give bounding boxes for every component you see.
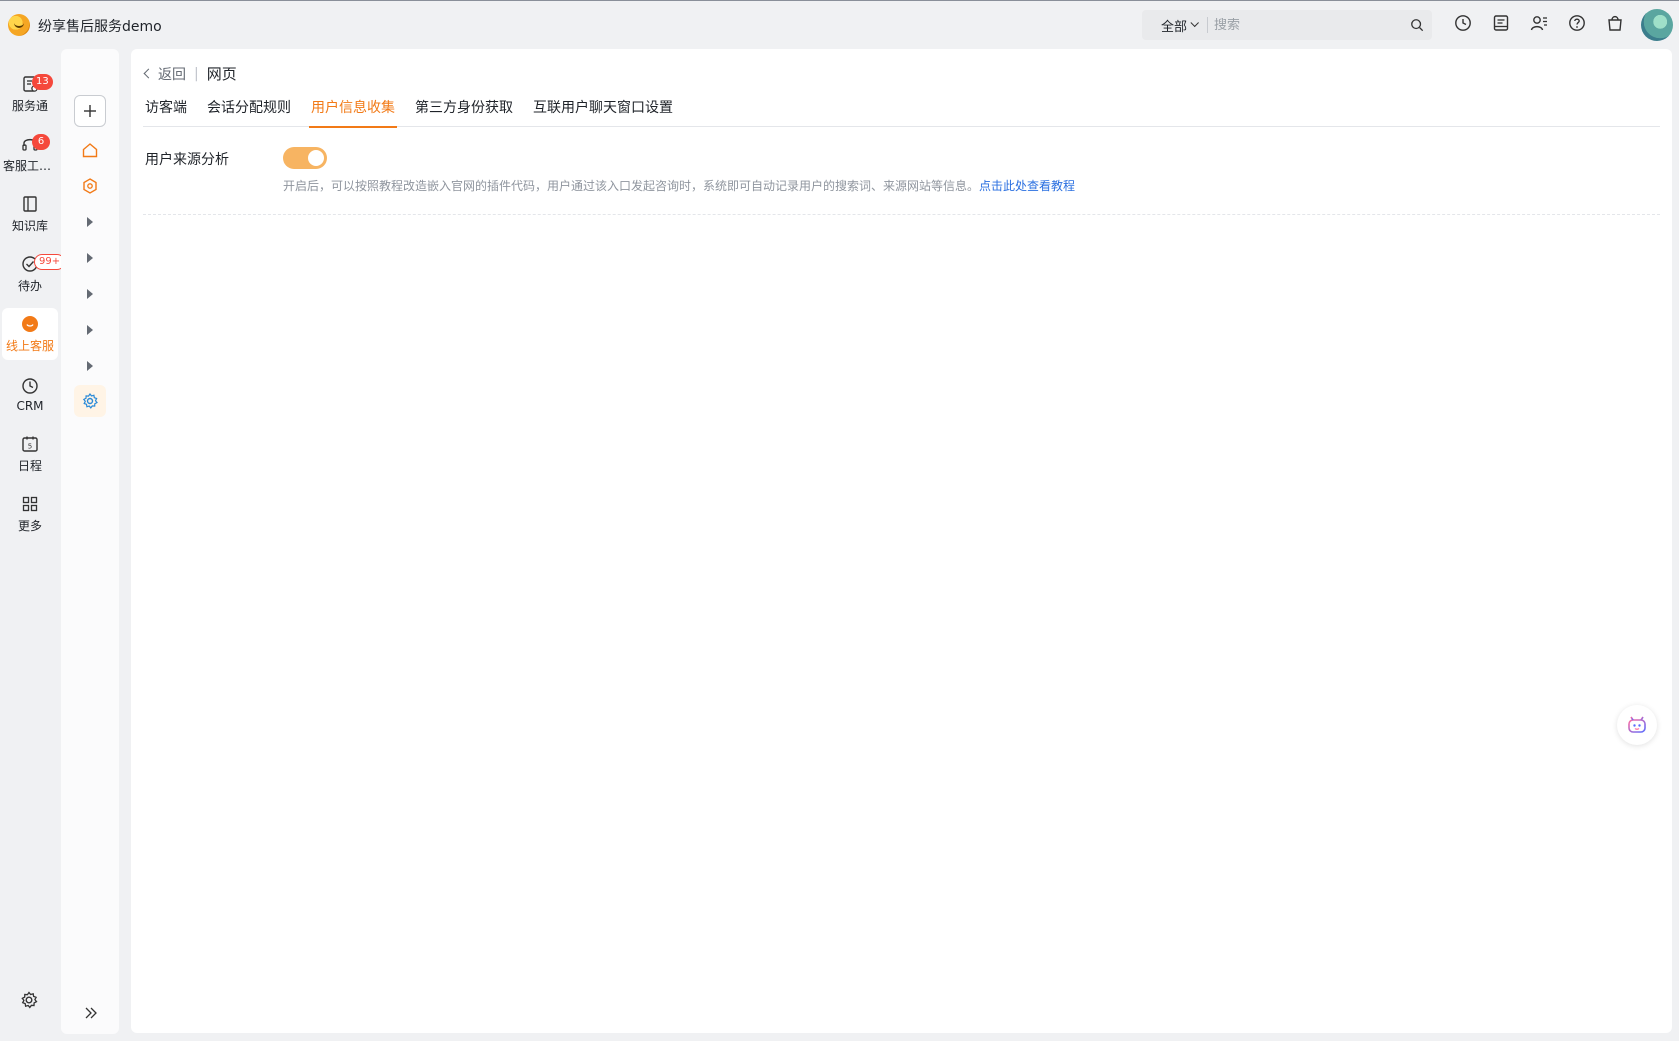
- search-scope-label: 全部: [1161, 19, 1188, 35]
- hexagon-icon: [83, 178, 97, 194]
- back-label: 返回: [158, 66, 186, 83]
- tab-third-party-identity[interactable]: 第三方身份获取: [413, 97, 515, 127]
- tab-session-assignment[interactable]: 会话分配规则: [205, 97, 293, 127]
- rail-label: 更多: [17, 519, 42, 533]
- hexagon-nav-button[interactable]: [74, 170, 106, 202]
- caret-right-icon: [87, 253, 93, 263]
- rail-item-todo[interactable]: 待办 99+: [2, 248, 66, 300]
- book-icon: [23, 196, 37, 212]
- rail-item-service[interactable]: 服务通 13: [2, 68, 58, 120]
- rail-label: 线上客服: [5, 339, 54, 353]
- search-icon[interactable]: [1410, 18, 1424, 32]
- clock-icon[interactable]: [1454, 14, 1472, 32]
- rail-item-knowledge-base[interactable]: 知识库: [2, 188, 58, 240]
- rail-label: 日程: [17, 459, 42, 473]
- top-toolbar: [1454, 14, 1624, 32]
- rail-label: 待办: [17, 279, 42, 293]
- rail-label: 客服工作台: [3, 159, 57, 173]
- tab-bar: 访客端 会话分配规则 用户信息收集 第三方身份获取 互联用户聊天窗口设置: [143, 97, 1660, 128]
- home-nav-button[interactable]: [74, 134, 106, 166]
- calendar-icon: 5: [22, 436, 38, 452]
- tab-user-info-collection[interactable]: 用户信息收集: [309, 97, 397, 128]
- breadcrumb-separator: |: [194, 65, 199, 82]
- page-title: 网页: [206, 65, 237, 83]
- online-service-icon: [22, 316, 38, 332]
- top-bar: 纷享售后服务demo 全部: [0, 0, 1679, 48]
- expand-group-button-4[interactable]: [74, 314, 106, 346]
- tab-chat-window-settings[interactable]: 互联用户聊天窗口设置: [531, 97, 675, 127]
- caret-right-icon: [87, 325, 93, 335]
- search-scope-dropdown[interactable]: 全部: [1161, 16, 1199, 35]
- app-name: 纷享售后服务demo: [38, 19, 162, 35]
- global-search: 全部: [1142, 10, 1432, 40]
- chevron-down-icon: [1190, 18, 1199, 28]
- settings-gear-icon: [82, 393, 98, 409]
- secondary-sidebar: [61, 49, 119, 1034]
- calendar-day-number: 5: [28, 443, 32, 451]
- gear-icon[interactable]: [19, 990, 39, 1010]
- rail-item-online-service[interactable]: 线上客服: [2, 308, 58, 360]
- help-icon[interactable]: [1568, 14, 1586, 32]
- home-icon: [82, 143, 98, 158]
- robot-icon: [1628, 716, 1646, 733]
- expand-group-button-5[interactable]: [74, 350, 106, 382]
- chevron-left-icon: [143, 68, 154, 79]
- expand-group-button-1[interactable]: [74, 206, 106, 238]
- message-icon[interactable]: [1492, 14, 1510, 32]
- ai-assistant-button[interactable]: [1617, 705, 1657, 745]
- tab-visitor[interactable]: 访客端: [143, 97, 189, 127]
- notification-badge: 6: [32, 134, 50, 150]
- main-content: 返回 | 网页 访客端 会话分配规则 用户信息收集 第三方身份获取 互联用户聊天…: [131, 49, 1672, 1033]
- rail-label: 知识库: [11, 219, 48, 233]
- user-source-toggle[interactable]: [283, 147, 327, 169]
- search-input[interactable]: [1214, 17, 1415, 33]
- setting-label: 用户来源分析: [145, 152, 229, 168]
- rail-label: CRM: [16, 398, 44, 413]
- notification-badge: 13: [32, 74, 53, 90]
- expand-group-button-3[interactable]: [74, 278, 106, 310]
- add-button[interactable]: [74, 95, 106, 127]
- setting-row-user-source: 用户来源分析 开启后，可以按照教程改造嵌入官网的插件代码，用户通过该入口发起咨询…: [143, 147, 1660, 215]
- breadcrumb: 返回 | 网页: [143, 63, 237, 84]
- avatar[interactable]: [1641, 9, 1673, 41]
- rail-label: 服务通: [11, 99, 48, 113]
- caret-right-icon: [87, 217, 93, 227]
- setting-description: 开启后，可以按照教程改造嵌入官网的插件代码，用户通过该入口发起咨询时，系统即可自…: [283, 177, 1075, 194]
- rail-item-agent-workbench[interactable]: 客服工作台 6: [2, 128, 58, 180]
- plus-icon: [84, 105, 96, 117]
- caret-right-icon: [87, 289, 93, 299]
- back-link[interactable]: 返回: [143, 64, 186, 84]
- description-text: 开启后，可以按照教程改造嵌入官网的插件代码，用户通过该入口发起咨询时，系统即可自…: [283, 179, 980, 193]
- search-divider: [1207, 17, 1209, 33]
- rail-item-more[interactable]: 更多: [2, 488, 58, 540]
- tutorial-link[interactable]: 点击此处查看教程: [979, 179, 1075, 193]
- double-chevron-right-icon[interactable]: [83, 1005, 99, 1021]
- bag-icon[interactable]: [1606, 14, 1624, 32]
- grid-icon: [22, 496, 38, 512]
- contacts-icon[interactable]: [1530, 14, 1548, 32]
- crm-icon: [22, 377, 38, 394]
- rail-item-crm[interactable]: CRM: [2, 368, 58, 420]
- toggle-knob: [308, 150, 324, 166]
- settings-nav-button[interactable]: [74, 385, 106, 417]
- rail-item-calendar[interactable]: 5 日程: [2, 428, 58, 480]
- caret-right-icon: [87, 361, 93, 371]
- app-logo-icon[interactable]: [8, 14, 30, 36]
- left-rail: 服务通 13 客服工作台 6 知识库 待办 99+ 线上客服: [0, 48, 66, 1041]
- expand-group-button-2[interactable]: [74, 242, 106, 274]
